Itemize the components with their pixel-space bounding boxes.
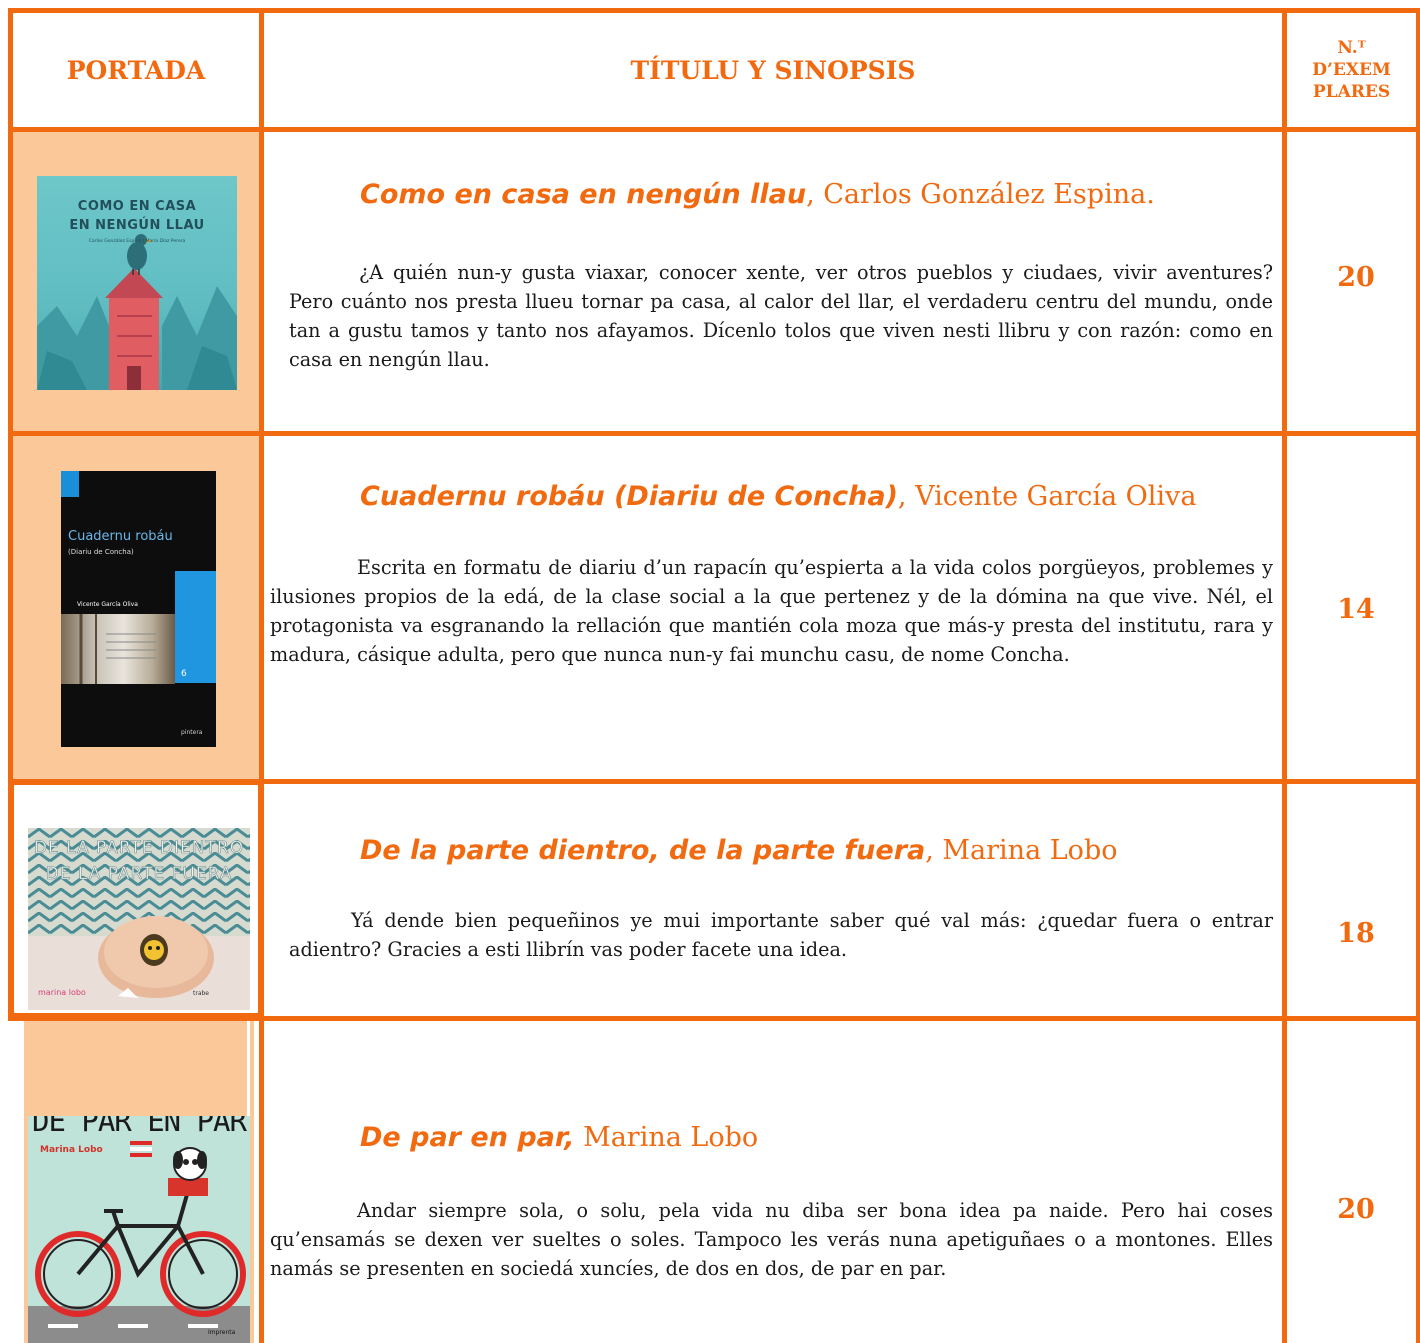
cover-4-publisher: Imprenta [208,1329,236,1336]
book-copies-2: 14 [1337,594,1375,625]
header-bottom-border [8,127,1420,132]
book-cover-1: COMO EN CASA EN NENGÚN LLAU Carlos Gonzá… [37,176,237,390]
header-copies-line1: N.ᵁ [1337,38,1366,58]
header-cover: PORTADA [13,13,259,127]
header-title-synopsis: TÍTULU Y SINOPSIS [264,13,1282,127]
book-cover-2: Cuadernu robáu (Diariu de Concha) Vicent… [61,471,216,747]
book-synopsis-3-text: Yá dende bien pequeñinos ye mui importan… [289,909,1273,961]
cover-cell-edge-4b [250,1020,254,1343]
cover-3-author: marina lobo [38,988,86,997]
book-synopsis-3: Yá dende bien pequeñinos ye mui importan… [289,906,1273,964]
header-copies-line2: D’EXEM [1312,60,1391,80]
cover-2-photo-lines [79,614,156,684]
header-copies: N.ᵁ D’EXEM PLARES [1287,13,1416,127]
cover-4-title: DE PAR EN PAR [32,1116,247,1138]
cover-2-author: Vicente García Oliva [77,601,138,608]
book-title-2: Cuadernu robáu (Diariu de Concha), Vicen… [360,480,1196,514]
cover-2-title: Cuadernu robáu [68,529,173,544]
book-synopsis-1: ¿A quién nun-y gusta viaxar, conocer xen… [289,258,1273,374]
book-synopsis-2-text: Escrita en formatu de diariu d’un rapací… [270,556,1273,666]
book-title-4-name: De par en par, [360,1122,575,1153]
book-copies-4: 20 [1337,1194,1375,1225]
header-title-label: TÍTULU Y SINOPSIS [630,55,916,85]
cover-cell-bg-4 [24,1020,247,1116]
cover-1-title-line2: EN NENGÚN LLAU [69,218,205,233]
table-right-border [1416,8,1420,1343]
cover-1-authors: Carlos González Espina | María Díaz Pere… [88,239,186,244]
header-cover-label: PORTADA [66,55,206,85]
book-title-3: De la parte dientro, de la parte fuera, … [360,834,1117,868]
book-cover-4: DE PAR EN PAR Marina Lobo Imprenta [28,1116,250,1343]
book-copies-3: 18 [1337,918,1375,949]
cover-1-title-line1: COMO EN CASA [77,199,197,214]
book-title-4-author: Marina Lobo [574,1122,759,1153]
book-synopsis-2: Escrita en formatu de diariu d’un rapací… [270,553,1273,669]
book-copies-1: 20 [1337,262,1375,293]
book-title-1-name: Como en casa en nengún llau [360,179,807,210]
cover-2-subtitle: (Diariu de Concha) [68,548,134,556]
cover-3-publisher: trabe [193,990,209,997]
book-title-2-author: , Vicente García Oliva [897,481,1197,512]
book-title-1: Como en casa en nengún llau, Carlos Gonz… [360,178,1155,212]
book-synopsis-4: Andar siempre sola, o solu, pela vida nu… [270,1196,1273,1283]
cover-4-author: Marina Lobo [40,1145,103,1155]
cover-3-title-line1: DE LA PARTE DIENTRO [33,838,245,859]
cover-2-number: 6 [181,669,187,679]
cover-2-blue-strip [175,571,216,683]
book-title-2-name: Cuadernu robáu (Diariu de Concha) [360,481,898,512]
header-copies-line3: PLARES [1312,82,1391,102]
book-synopsis-1-text: ¿A quién nun-y gusta viaxar, conocer xen… [289,261,1273,371]
book-cover-3: DE LA PARTE DIENTRO DE LA PARTE FUERA ma… [28,828,250,1010]
book-title-1-author: , Carlos González Espina. [806,179,1155,210]
col1-right-border-row4 [259,1016,264,1343]
cover-2-blue-corner [61,471,79,497]
book-title-3-name: De la parte dientro, de la parte fuera [360,835,926,866]
col2-right-border [1282,8,1287,1343]
cover-2-publisher: pintera [181,729,203,736]
book-title-3-author: , Marina Lobo [925,835,1118,866]
cover-3-title-line2: DE LA PARTE FUERA [45,864,233,885]
row1-bottom-border [8,431,1420,436]
book-synopsis-4-text: Andar siempre sola, o solu, pela vida nu… [270,1199,1273,1280]
book-title-4: De par en par, Marina Lobo [360,1121,758,1155]
